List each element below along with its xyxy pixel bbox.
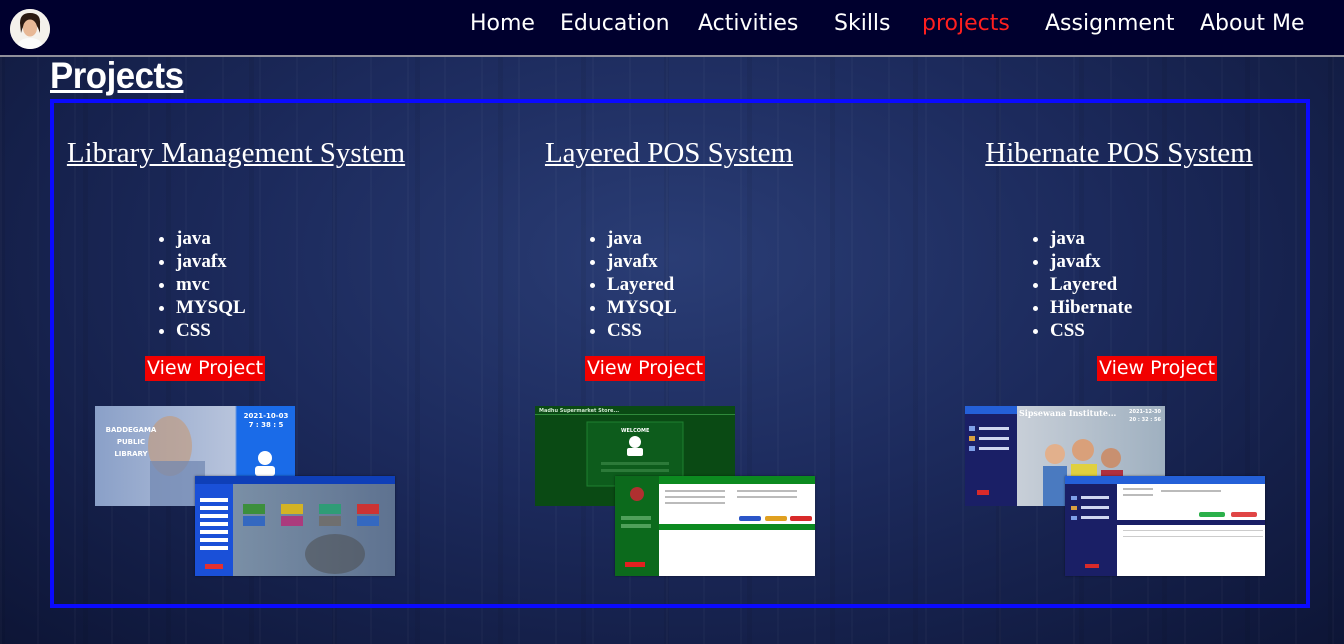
- project-card-library: Library Management System java javafx mv…: [54, 103, 474, 603]
- project-card-hibernate-pos: Hibernate POS System java javafx Layered…: [894, 103, 1314, 603]
- nav-link-assignment[interactable]: Assignment: [1045, 10, 1175, 38]
- screen-time: 7 : 38 : 5: [248, 421, 284, 429]
- top-navbar: Home Education Activities Skills project…: [0, 0, 1344, 57]
- screen-date: 2021-10-03: [243, 412, 289, 420]
- project-screenshot-dashboard: [615, 476, 815, 576]
- nav-link-education[interactable]: Education: [560, 10, 670, 38]
- nav-link-activities[interactable]: Activities: [698, 10, 798, 38]
- tech-item: MYSQL: [176, 296, 246, 319]
- tech-item: javafx: [176, 250, 246, 273]
- tech-item: java: [607, 227, 677, 250]
- screen-date: 2021-12-30: [1129, 409, 1161, 415]
- projects-panel: Library Management System java javafx mv…: [50, 99, 1310, 608]
- tech-item: java: [1050, 227, 1132, 250]
- page-title: Projects: [50, 55, 184, 96]
- tech-item: mvc: [176, 273, 246, 296]
- project-screenshot-dashboard: [1065, 476, 1265, 576]
- screen-text: BADDEGAMA: [105, 426, 157, 434]
- tech-item: javafx: [607, 250, 677, 273]
- profile-avatar[interactable]: [10, 9, 50, 49]
- tech-item: CSS: [1050, 319, 1132, 342]
- tech-item: CSS: [607, 319, 677, 342]
- screen-text: WELCOME: [621, 428, 650, 434]
- tech-item: MYSQL: [607, 296, 677, 319]
- tech-item: Layered: [1050, 273, 1132, 296]
- tech-item: Layered: [607, 273, 677, 296]
- project-title[interactable]: Library Management System: [54, 136, 418, 171]
- screen-text: PUBLIC: [116, 438, 146, 446]
- project-title[interactable]: Layered POS System: [494, 136, 844, 171]
- screen-text: LIBRARY: [114, 450, 148, 458]
- view-project-button[interactable]: View Project: [1097, 356, 1218, 381]
- screen-time: 20 : 32 : 56: [1129, 417, 1161, 423]
- screen-text: Sipsewana Institute...: [1019, 408, 1117, 418]
- project-card-layered-pos: Layered POS System java javafx Layered M…: [474, 103, 894, 603]
- nav-link-home[interactable]: Home: [470, 10, 535, 38]
- view-project-button[interactable]: View Project: [145, 356, 266, 381]
- nav-link-projects[interactable]: projects: [922, 10, 1010, 38]
- project-title[interactable]: Hibernate POS System: [934, 136, 1304, 171]
- tech-list: java javafx Layered MYSQL CSS: [587, 227, 677, 342]
- nav-link-skills[interactable]: Skills: [834, 10, 891, 38]
- tech-item: javafx: [1050, 250, 1132, 273]
- project-screenshot-dashboard: [195, 476, 395, 576]
- tech-item: java: [176, 227, 246, 250]
- tech-item: CSS: [176, 319, 246, 342]
- tech-item: Hibernate: [1050, 296, 1132, 319]
- view-project-button[interactable]: View Project: [585, 356, 706, 381]
- tech-list: java javafx mvc MYSQL CSS: [156, 227, 246, 342]
- nav-link-about-me[interactable]: About Me: [1200, 10, 1305, 38]
- tech-list: java javafx Layered Hibernate CSS: [1030, 227, 1132, 342]
